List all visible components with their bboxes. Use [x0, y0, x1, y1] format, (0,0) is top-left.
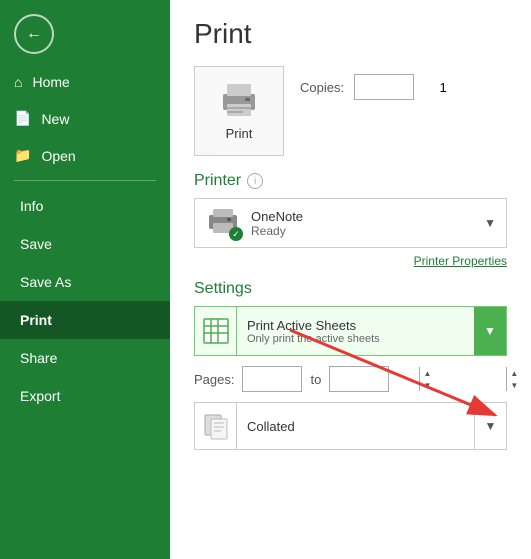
- printer-info: ✓ OneNote Ready: [205, 207, 303, 239]
- printer-section-header: Printer i: [194, 172, 507, 190]
- print-btn-label: Print: [226, 126, 253, 141]
- sidebar-item-home[interactable]: ⌂ Home: [0, 64, 170, 100]
- printer-selector[interactable]: ✓ OneNote Ready ▼: [194, 198, 507, 248]
- sidebar-item-print[interactable]: Print: [0, 301, 170, 339]
- settings-section-header: Settings: [194, 280, 507, 298]
- pages-to-spinner[interactable]: ▲ ▼: [329, 366, 389, 392]
- settings-section-label: Settings: [194, 280, 252, 298]
- pages-label: Pages:: [194, 372, 234, 387]
- sidebar-item-label: Share: [20, 350, 57, 366]
- home-icon: ⌂: [14, 74, 22, 90]
- sidebar-item-label: Home: [32, 74, 69, 90]
- collated-dropdown-btn[interactable]: ▼: [474, 403, 506, 449]
- active-sheets-icon: [202, 317, 230, 345]
- sidebar-item-info[interactable]: Info: [0, 187, 170, 225]
- sidebar-item-share[interactable]: Share: [0, 339, 170, 377]
- collated-dropdown[interactable]: Collated ▼: [194, 402, 507, 450]
- pages-to-down[interactable]: ▼: [507, 379, 521, 391]
- pages-from-spinner[interactable]: ▲ ▼: [242, 366, 302, 392]
- printer-name: OneNote: [251, 209, 303, 224]
- sidebar-item-save[interactable]: Save: [0, 225, 170, 263]
- sidebar-item-label: New: [41, 111, 69, 127]
- sidebar-item-label: Save: [20, 236, 52, 252]
- copies-input[interactable]: [355, 80, 531, 95]
- collated-icon: [201, 411, 231, 441]
- sidebar-item-label: Print: [20, 312, 52, 328]
- printer-status: Ready: [251, 224, 303, 238]
- sidebar-item-label: Save As: [20, 274, 71, 290]
- print-scope-main: Print Active Sheets: [247, 318, 464, 333]
- copies-label: Copies:: [300, 80, 344, 95]
- back-icon: ←: [26, 25, 42, 43]
- sidebar-item-label: Export: [20, 388, 60, 404]
- print-scope-dropdown[interactable]: Print Active Sheets Only print the activ…: [194, 306, 507, 356]
- sidebar-item-label: Info: [20, 198, 43, 214]
- print-scope-dropdown-btn[interactable]: ▼: [474, 307, 506, 355]
- collated-icon-box: [195, 403, 237, 449]
- printer-properties-link[interactable]: Printer Properties: [194, 254, 507, 268]
- sidebar: ← ⌂ Home 📄 New 📁 Open Info Save Save As …: [0, 0, 170, 559]
- pages-to-input[interactable]: [330, 372, 506, 387]
- print-button[interactable]: Print: [194, 66, 284, 156]
- pages-to-label: to: [310, 372, 321, 387]
- pages-row: Pages: ▲ ▼ to ▲ ▼: [194, 366, 507, 392]
- pages-to-arrows: ▲ ▼: [506, 367, 521, 391]
- sidebar-item-open[interactable]: 📁 Open: [0, 137, 170, 174]
- sidebar-item-export[interactable]: Export: [0, 377, 170, 415]
- printer-dropdown-arrow: ▼: [484, 216, 496, 230]
- print-scope-text: Print Active Sheets Only print the activ…: [237, 312, 474, 351]
- print-scope-sub: Only print the active sheets: [247, 333, 464, 345]
- printer-icon-wrap: ✓: [205, 207, 241, 239]
- main-content: Print Print Copies:: [170, 0, 531, 559]
- sidebar-item-save-as[interactable]: Save As: [0, 263, 170, 301]
- new-icon: 📄: [14, 110, 31, 127]
- sidebar-divider: [14, 180, 156, 181]
- printer-info-icon[interactable]: i: [247, 173, 263, 189]
- print-scope-icon-box: [195, 307, 237, 355]
- printer-icon: [217, 82, 261, 118]
- printer-section-label: Printer: [194, 172, 241, 190]
- pages-to-up[interactable]: ▲: [507, 367, 521, 379]
- printer-details: OneNote Ready: [251, 209, 303, 238]
- collated-label: Collated: [237, 413, 474, 440]
- open-icon: 📁: [14, 147, 31, 164]
- copies-spinner[interactable]: ▲ ▼: [354, 74, 414, 100]
- copies-area: Copies: ▲ ▼: [300, 74, 414, 100]
- sidebar-item-new[interactable]: 📄 New: [0, 100, 170, 137]
- back-button[interactable]: ←: [14, 14, 54, 54]
- sidebar-item-label: Open: [41, 148, 75, 164]
- printer-ready-check: ✓: [229, 227, 243, 241]
- print-top-row: Print Copies: ▲ ▼: [194, 66, 507, 156]
- page-title: Print: [194, 18, 507, 50]
